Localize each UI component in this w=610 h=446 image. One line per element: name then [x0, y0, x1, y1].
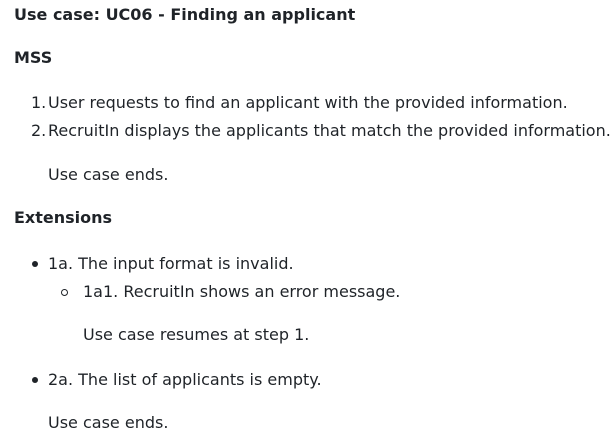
mss-step-1-number: 1.	[31, 93, 47, 112]
extension-subitem-1a1-text: 1a1. RecruitIn shows an error message.	[83, 282, 401, 301]
bullet-circle-icon	[61, 289, 68, 296]
mss-step-1-text: User requests to find an applicant with …	[48, 93, 568, 112]
bullet-disc-icon	[32, 261, 38, 267]
mss-ending: Use case ends.	[48, 165, 169, 184]
extensions-heading: Extensions	[14, 208, 113, 227]
extension-subitem-1a1-note: Use case resumes at step 1.	[83, 325, 310, 344]
bullet-disc-icon	[32, 377, 38, 383]
use-case-document: Use case: UC06 - Finding an applicant MS…	[0, 0, 610, 446]
use-case-title: Use case: UC06 - Finding an applicant	[14, 5, 356, 24]
mss-step-2-text: RecruitIn displays the applicants that m…	[48, 121, 610, 140]
extension-item-1a-text: 1a. The input format is invalid.	[48, 254, 294, 273]
extension-item-2a-text: 2a. The list of applicants is empty.	[48, 370, 322, 389]
extension-item-2a-note: Use case ends.	[48, 413, 169, 432]
mss-step-2-number: 2.	[31, 121, 47, 140]
mss-heading: MSS	[14, 48, 53, 67]
